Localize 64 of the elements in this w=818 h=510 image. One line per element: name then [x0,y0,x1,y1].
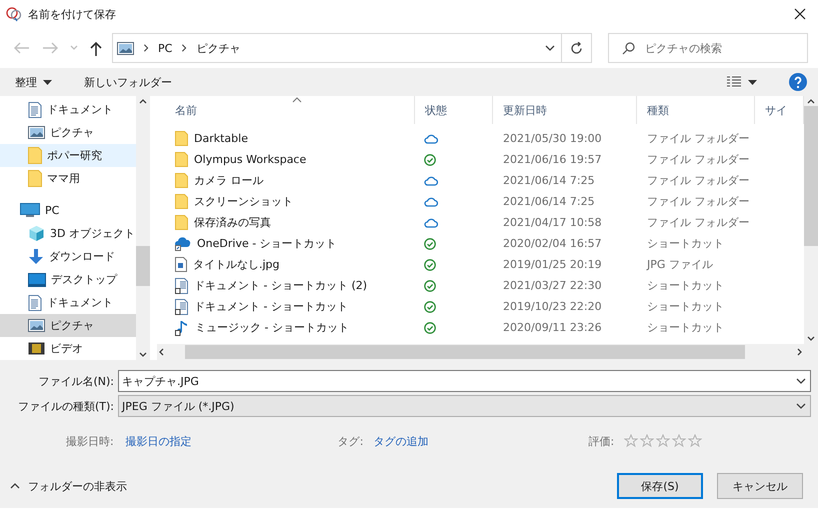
file-name[interactable]: カメラ ロール [194,173,264,188]
address-bar[interactable]: PC ピクチャ [112,33,592,63]
modified-date: 2021/06/14 7:25 [503,195,595,208]
modified-date: 2020/09/11 23:26 [503,321,602,334]
file-name[interactable]: タイトルなし.jpg [193,257,280,272]
file-type: ファイル フォルダー [647,152,750,167]
file-type: ショートカット [647,299,724,314]
modified-date: 2021/06/14 7:25 [503,174,595,187]
sidebar-item[interactable]: PC [0,199,136,222]
file-type: ショートカット [647,320,724,335]
column-header[interactable]: 状態 [415,96,493,124]
tags-label: タグ: [338,434,364,448]
file-type: ファイル フォルダー [647,173,750,188]
file-name[interactable]: Olympus Workspace [194,153,306,166]
file-name-field[interactable]: キャプチャ.JPG [118,370,811,392]
modified-date: 2020/02/04 16:57 [503,237,602,250]
file-type: ファイル フォルダー [647,194,750,209]
organize-menu[interactable]: 整理 [12,72,55,92]
hide-folders-button[interactable]: フォルダーの非表示 [8,476,129,496]
sidebar-item[interactable]: デスクトップ [0,268,136,291]
file-name[interactable]: 保存済みの写真 [194,215,271,230]
file-name[interactable]: ドキュメント - ショートカット [194,299,348,314]
column-header[interactable]: 名前 [157,96,415,124]
breadcrumb[interactable]: ピクチャ [196,40,240,56]
file-type: ファイル フォルダー [647,215,750,230]
new-folder-button[interactable]: 新しいフォルダー [81,72,175,92]
modified-date: 2021/04/17 10:58 [503,216,602,229]
file-type: ショートカット [647,236,724,251]
sidebar-item[interactable]: ダウンロード [0,245,136,268]
file-name[interactable]: Darktable [194,132,248,145]
breadcrumb[interactable]: PC [158,42,172,54]
modified-date: 2021/06/16 19:57 [503,153,602,166]
sidebar-item[interactable]: ピクチャ [0,314,136,337]
file-type: ファイル フォルダー [647,131,750,146]
modified-date: 2021/05/30 19:00 [503,132,602,145]
sidebar-item[interactable]: ドキュメント [0,291,136,314]
modified-date: 2019/01/25 20:19 [503,258,602,271]
sidebar-item[interactable]: ビデオ [0,337,136,360]
modified-date: 2019/10/23 22:20 [503,300,602,313]
column-header[interactable]: 種類 [637,96,755,124]
sidebar-item[interactable]: 3D オブジェクト [0,222,136,245]
file-name[interactable]: OneDrive - ショートカット [197,236,337,251]
sidebar-item[interactable]: ドキュメント [0,98,136,121]
file-type: JPG ファイル [647,257,713,272]
date-taken-label: 撮影日時: [66,434,114,448]
file-name[interactable]: ミュージック - ショートカット [195,320,349,335]
search-field[interactable]: ピクチャの検索 [608,33,808,63]
column-header[interactable]: 更新日時 [493,96,637,124]
save-button[interactable]: 保存(S) [617,473,703,499]
file-name-label: ファイル名(N): [37,374,115,388]
file-name[interactable]: スクリーンショット [194,194,293,209]
window-title: 名前を付けて保存 [28,6,117,22]
file-type-label: ファイルの種類(T): [16,398,115,414]
modified-date: 2021/03/27 22:30 [503,279,602,292]
rating-label: 評価: [588,434,614,448]
file-type-dropdown[interactable]: JPEG ファイル (*.JPG) [118,395,811,417]
sidebar-item[interactable]: ポパー研究 [0,144,136,167]
date-taken-link[interactable]: 撮影日の指定 [126,434,192,448]
sidebar-item[interactable]: ママ用 [0,167,136,190]
file-type: ショートカット [647,278,724,293]
add-tag-link[interactable]: タグの追加 [373,434,428,448]
file-name[interactable]: ドキュメント - ショートカット (2) [194,278,368,293]
cancel-button[interactable]: キャンセル [717,473,803,499]
sidebar-item[interactable]: ピクチャ [0,121,136,144]
